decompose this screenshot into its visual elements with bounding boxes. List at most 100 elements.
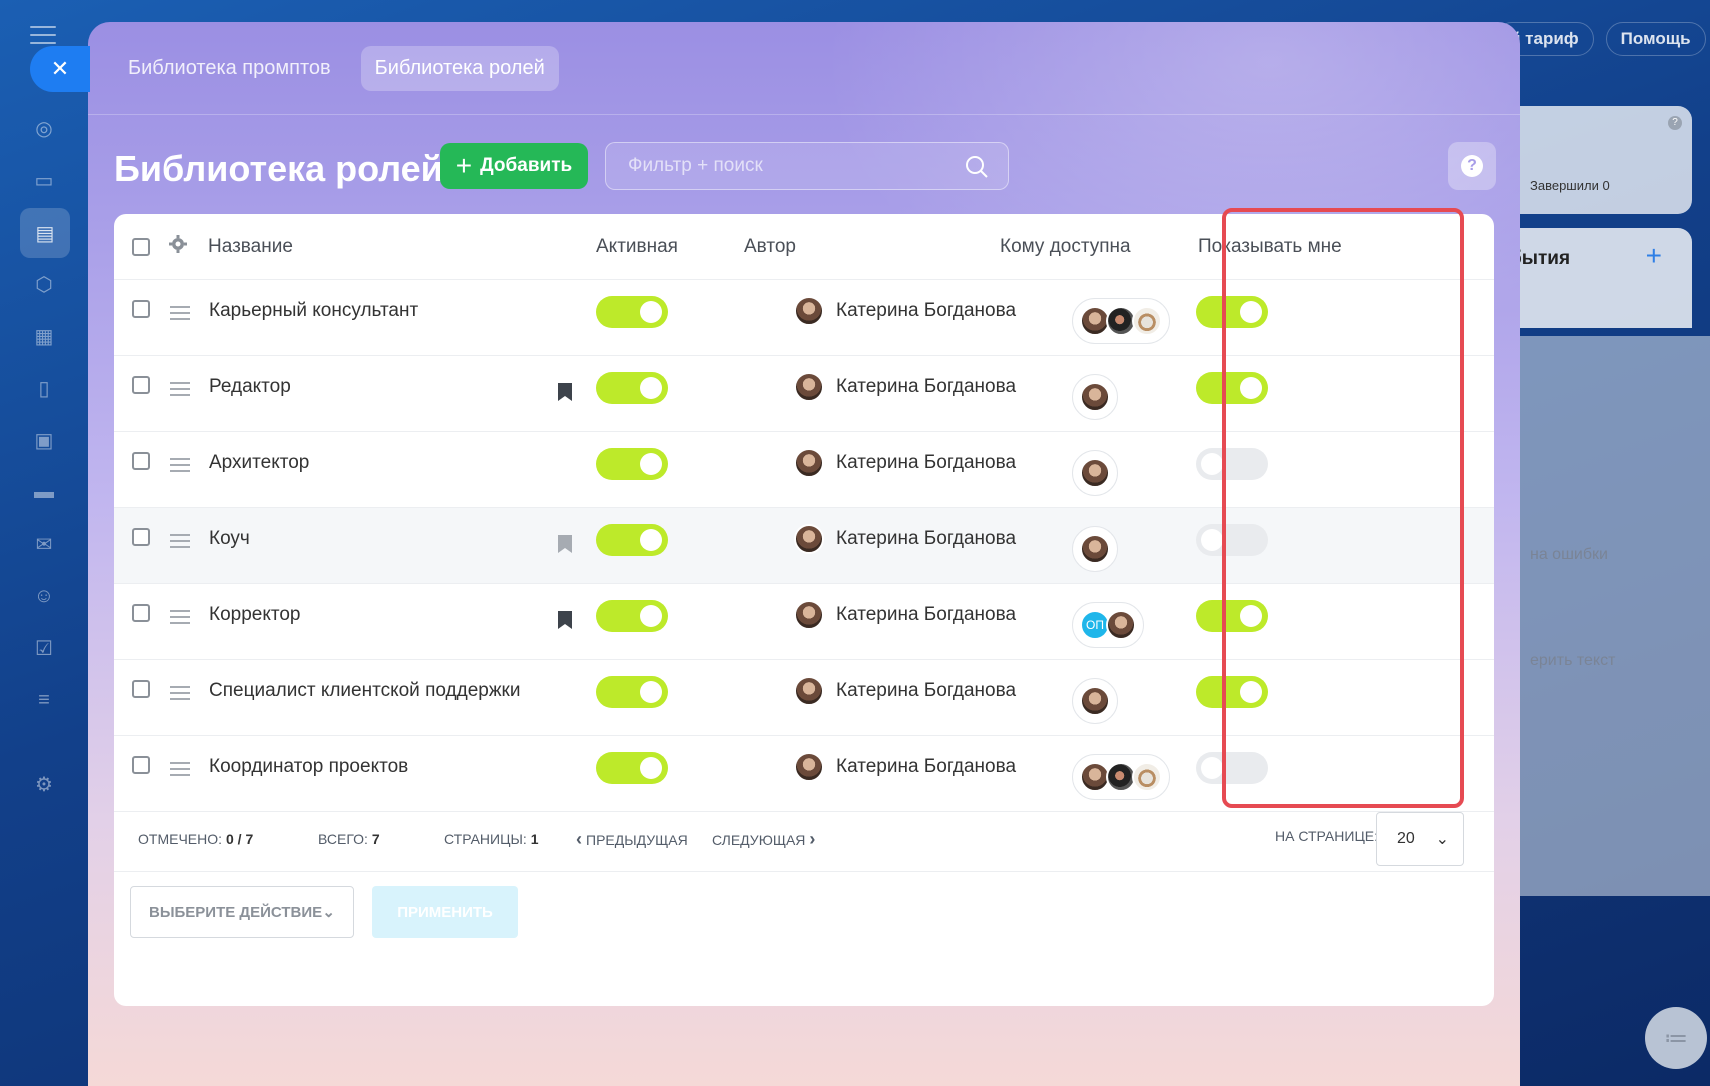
active-toggle[interactable] [596,372,668,404]
row-checkbox[interactable] [132,452,150,470]
chat-bubble-icon[interactable]: ≔ [1645,1007,1707,1069]
total-label: Всего: [318,831,368,847]
table-row[interactable]: Корректор Катерина Богданова ОП [114,584,1494,660]
role-name[interactable]: Координатор проектов [209,756,408,778]
role-name[interactable]: Карьерный консультант [209,300,418,322]
role-name[interactable]: Архитектор [209,452,309,474]
access-avatar [1132,306,1162,336]
bg-help-button[interactable]: Помощь [1605,22,1706,56]
settings-icon[interactable]: ⚙ [28,768,60,800]
author[interactable]: Катерина Богданова [794,600,1016,630]
access-list[interactable] [1072,678,1118,724]
next-page-button[interactable]: Следующая › [712,829,815,850]
show-me-toggle[interactable] [1196,372,1268,404]
show-me-toggle[interactable] [1196,448,1268,480]
drag-handle-icon[interactable] [170,762,190,780]
search-icon[interactable] [964,154,990,185]
show-me-toggle[interactable] [1196,524,1268,556]
row-checkbox[interactable] [132,680,150,698]
author[interactable]: Катерина Богданова [794,372,1016,402]
table-row[interactable]: Коуч Катерина Богданова [114,508,1494,584]
prev-page-button[interactable]: ‹ Предыдущая [576,829,688,850]
access-list[interactable]: ОП [1072,602,1144,648]
drag-handle-icon[interactable] [170,686,190,704]
gear-icon[interactable] [168,234,188,259]
help-button[interactable]: ? [1448,142,1496,190]
row-checkbox[interactable] [132,300,150,318]
bg-add-icon[interactable]: + [1646,240,1662,272]
show-me-toggle[interactable] [1196,676,1268,708]
tab-prompt-library[interactable]: Библиотека промптов [114,46,345,91]
row-checkbox[interactable] [132,604,150,622]
active-toggle[interactable] [596,752,668,784]
author[interactable]: Катерина Богданова [794,676,1016,706]
calendar-icon[interactable]: ▦ [28,320,60,352]
row-checkbox[interactable] [132,376,150,394]
table-row[interactable]: Архитектор Катерина Богданова [114,432,1494,508]
chat-ai-icon[interactable]: ◎ [28,112,60,144]
drive-icon[interactable]: ▬ [28,476,60,508]
column-show-me[interactable]: Показывать мне [1198,236,1342,258]
active-toggle[interactable] [596,600,668,632]
column-active[interactable]: Активная [596,236,678,258]
drag-handle-icon[interactable] [170,382,190,400]
access-list[interactable] [1072,298,1170,344]
row-checkbox[interactable] [132,528,150,546]
table-row[interactable]: Координатор проектов Катерина Богданова [114,736,1494,812]
active-toggle[interactable] [596,524,668,556]
active-toggle[interactable] [596,448,668,480]
select-all-checkbox[interactable] [132,238,150,256]
hexagon-icon[interactable]: ⬡ [28,268,60,300]
mail-icon[interactable]: ✉ [28,528,60,560]
author[interactable]: Катерина Богданова [794,524,1016,554]
apply-button[interactable]: Применить [372,886,518,938]
bookmark-icon[interactable] [557,610,573,635]
tab-role-library[interactable]: Библиотека ролей [360,46,559,91]
library-icon[interactable]: ▤ [20,208,70,258]
show-me-toggle[interactable] [1196,296,1268,328]
access-list[interactable] [1072,374,1118,420]
board-icon[interactable]: ▣ [28,424,60,456]
pages-value: 1 [530,831,539,847]
access-avatar [1106,610,1136,640]
active-toggle[interactable] [596,676,668,708]
role-name[interactable]: Специалист клиентской поддержки [209,680,520,702]
drag-handle-icon[interactable] [170,458,190,476]
close-slider-button[interactable]: ✕ [30,46,90,92]
row-checkbox[interactable] [132,756,150,774]
column-name[interactable]: Название [208,236,293,258]
per-page-select[interactable]: 20 ⌄ [1376,812,1464,866]
users-icon[interactable]: ☺ [28,580,60,612]
drag-handle-icon[interactable] [170,610,190,628]
table-row[interactable]: Карьерный консультант Катерина Богданова [114,280,1494,356]
author[interactable]: Катерина Богданова [794,752,1016,782]
role-name[interactable]: Корректор [209,604,300,626]
filter-icon[interactable]: ≡ [28,684,60,716]
author[interactable]: Катерина Богданова [794,448,1016,478]
search-input[interactable] [606,143,1008,189]
access-list[interactable] [1072,754,1170,800]
drag-handle-icon[interactable] [170,306,190,324]
role-name[interactable]: Редактор [209,376,291,398]
show-me-toggle[interactable] [1196,752,1268,784]
roles-grid: Название Активная Автор Кому доступна По… [114,214,1494,1006]
role-name[interactable]: Коуч [209,528,250,550]
active-toggle[interactable] [596,296,668,328]
author[interactable]: Катерина Богданова [794,296,1016,326]
table-row[interactable]: Редактор Катерина Богданова [114,356,1494,432]
table-row[interactable]: Специалист клиентской поддержки Катерина … [114,660,1494,736]
column-author[interactable]: Автор [744,236,796,258]
add-button[interactable]: + Добавить [440,143,588,189]
column-access[interactable]: Кому доступна [1000,236,1131,258]
action-select[interactable]: Выберите действие ⌄ [130,886,354,938]
access-list[interactable] [1072,450,1118,496]
document-icon[interactable]: ▯ [28,372,60,404]
drag-handle-icon[interactable] [170,534,190,552]
show-me-toggle[interactable] [1196,600,1268,632]
bookmark-icon[interactable] [557,534,573,559]
bookmark-icon[interactable] [557,382,573,407]
author-avatar [794,752,824,782]
access-list[interactable] [1072,526,1118,572]
tasks-icon[interactable]: ☑ [28,632,60,664]
messages-icon[interactable]: ▭ [28,164,60,196]
